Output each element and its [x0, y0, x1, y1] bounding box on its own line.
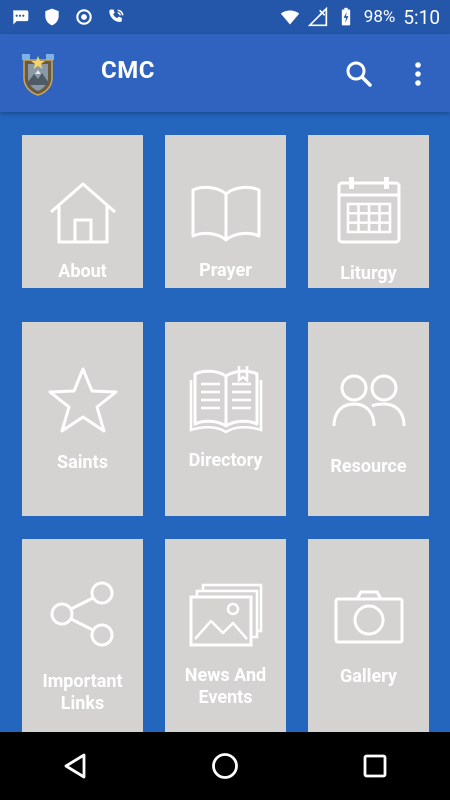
- clock: 5:10: [403, 5, 440, 29]
- logo-icon: [22, 54, 54, 96]
- open-book-icon: [191, 185, 260, 242]
- signal-off-icon: [307, 7, 327, 27]
- tile-about[interactable]: About: [22, 135, 143, 288]
- home-button[interactable]: [205, 746, 245, 786]
- status-bar: 98% 5:10: [0, 0, 450, 34]
- tile-gallery[interactable]: Gallery: [308, 539, 429, 733]
- star-icon: [48, 367, 117, 433]
- book-lines-icon: [189, 366, 262, 434]
- tile-label: Resource: [330, 456, 407, 477]
- tile-label: About: [58, 261, 107, 282]
- wifi-icon: [280, 10, 299, 25]
- home-circle-icon: [212, 753, 238, 779]
- recents-button[interactable]: [355, 746, 395, 786]
- back-icon: [64, 753, 86, 779]
- tile-directory[interactable]: Directory: [165, 322, 286, 516]
- tile-liturgy[interactable]: Liturgy: [308, 135, 429, 288]
- tile-resource[interactable]: Resource: [308, 322, 429, 516]
- app-bar: CMC: [0, 34, 450, 112]
- recents-icon: [363, 754, 387, 778]
- tile-prayer[interactable]: Prayer: [165, 135, 286, 288]
- share-icon: [50, 581, 113, 647]
- home-icon: [49, 182, 116, 244]
- search-icon[interactable]: [343, 58, 375, 90]
- tile-label: Gallery: [340, 666, 397, 687]
- battery-charging-icon: [341, 7, 350, 26]
- camera-icon: [334, 590, 403, 644]
- more-vert-icon[interactable]: [404, 58, 432, 90]
- battery-level: 98%: [363, 7, 396, 27]
- calendar-icon: [337, 177, 400, 244]
- notification-icons: [10, 7, 126, 27]
- back-button[interactable]: [55, 746, 95, 786]
- tile-label: Prayer: [199, 260, 252, 281]
- wifi-call-icon: [109, 9, 124, 22]
- tile-label: Liturgy: [340, 263, 397, 284]
- tile-important-links[interactable]: Important Links: [22, 539, 143, 733]
- tile-saints[interactable]: Saints: [22, 322, 143, 516]
- tile-label: Directory: [188, 450, 263, 471]
- shield-icon: [45, 8, 59, 26]
- people-icon: [332, 374, 405, 427]
- target-icon: [76, 9, 92, 25]
- tile-label: Saints: [57, 452, 108, 473]
- tile-news-and-events[interactable]: News And Events: [165, 539, 286, 733]
- tile-label: News And Events: [184, 665, 267, 708]
- navigation-bar: [0, 732, 450, 800]
- images-icon: [189, 583, 262, 647]
- app-title: CMC: [101, 56, 155, 84]
- system-status: 98% 5:10: [280, 6, 440, 29]
- chat-icon: [13, 10, 29, 25]
- tile-label: Important Links: [42, 671, 123, 714]
